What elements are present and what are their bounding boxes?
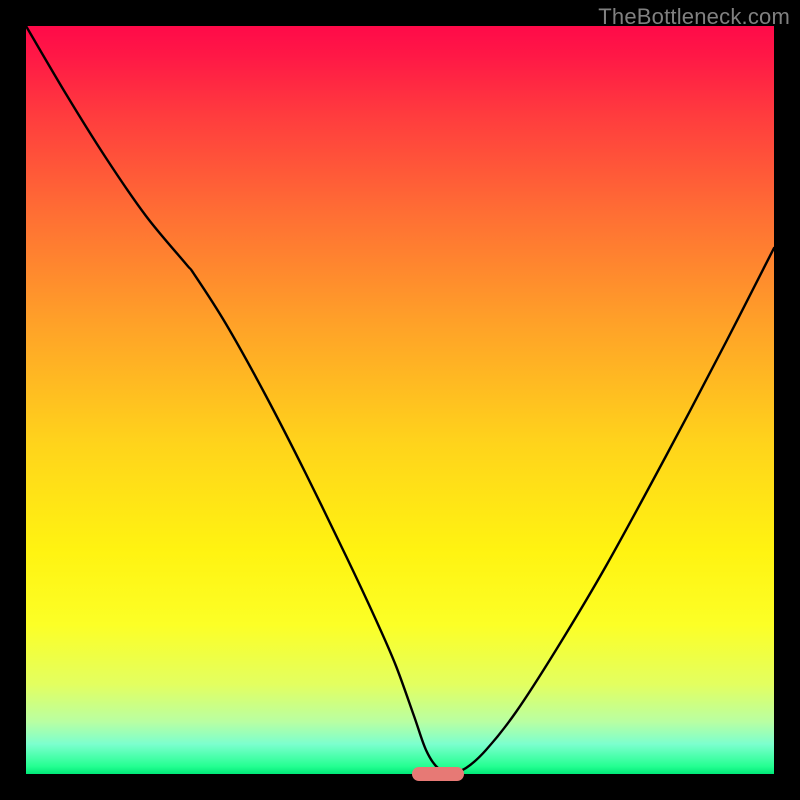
bottleneck-curve — [26, 26, 774, 774]
optimal-marker — [412, 767, 464, 781]
chart-plot-area — [26, 26, 774, 774]
watermark-text: TheBottleneck.com — [598, 4, 790, 30]
